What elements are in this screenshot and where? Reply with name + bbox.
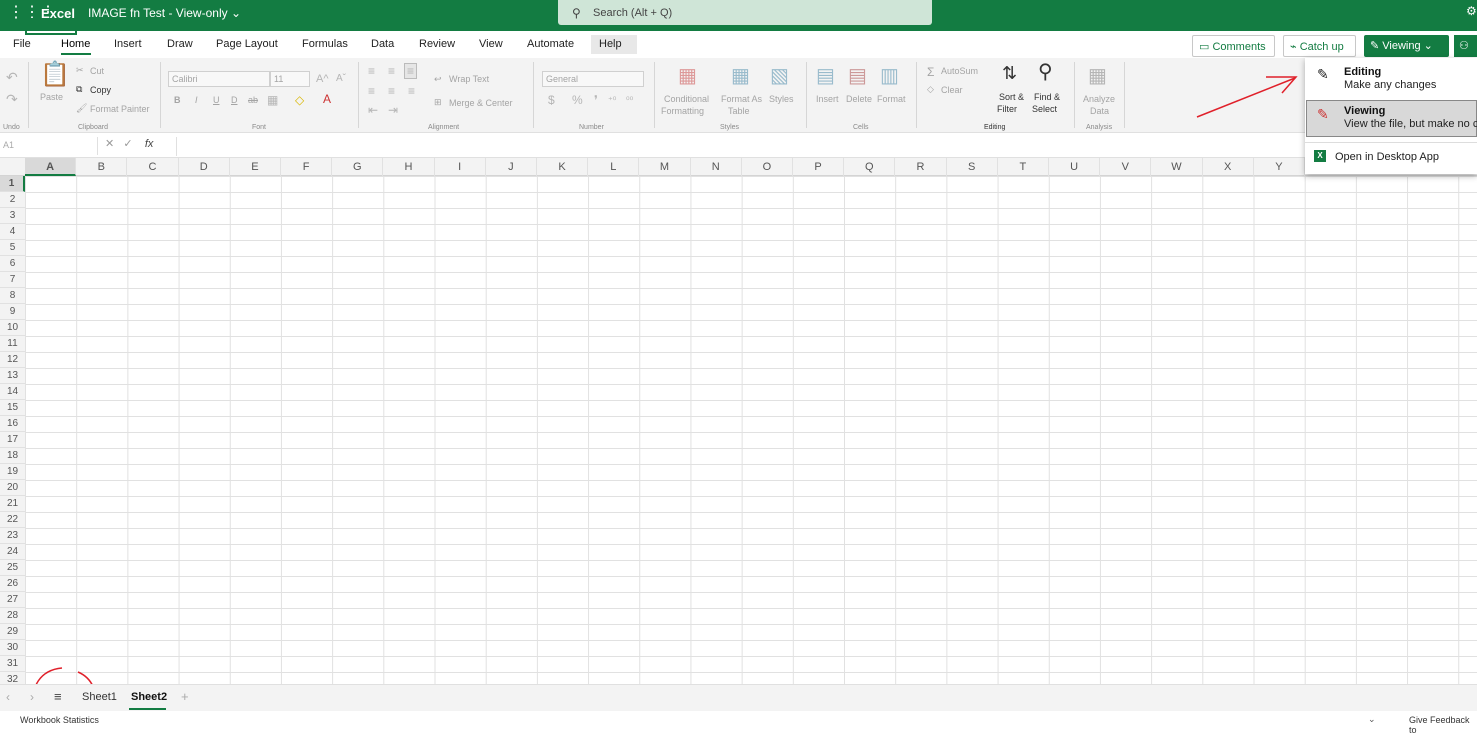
sheet-tab-bar: ‹ › ≡ Sheet1 Sheet2 + [0, 684, 1477, 711]
add-sheet-icon[interactable]: + [181, 689, 189, 704]
chevron-down-icon[interactable]: ⌄ [1368, 714, 1376, 725]
annotation-overlay [33, 76, 1298, 719]
sheet-tab-1[interactable]: Sheet1 [82, 691, 117, 703]
active-sheet-indicator [129, 708, 166, 710]
sheet-tab-2[interactable]: Sheet2 [131, 691, 167, 703]
status-bar: Workbook Statistics ⌄ Give Feedback to [0, 711, 1477, 735]
annotation-arrow-line [1196, 77, 1296, 118]
give-feedback-link[interactable]: Give Feedback to [1409, 715, 1477, 735]
all-sheets-icon[interactable]: ≡ [54, 689, 62, 704]
scroll-left-icon[interactable]: ‹ [6, 690, 10, 704]
scroll-right-icon[interactable]: › [30, 690, 34, 704]
